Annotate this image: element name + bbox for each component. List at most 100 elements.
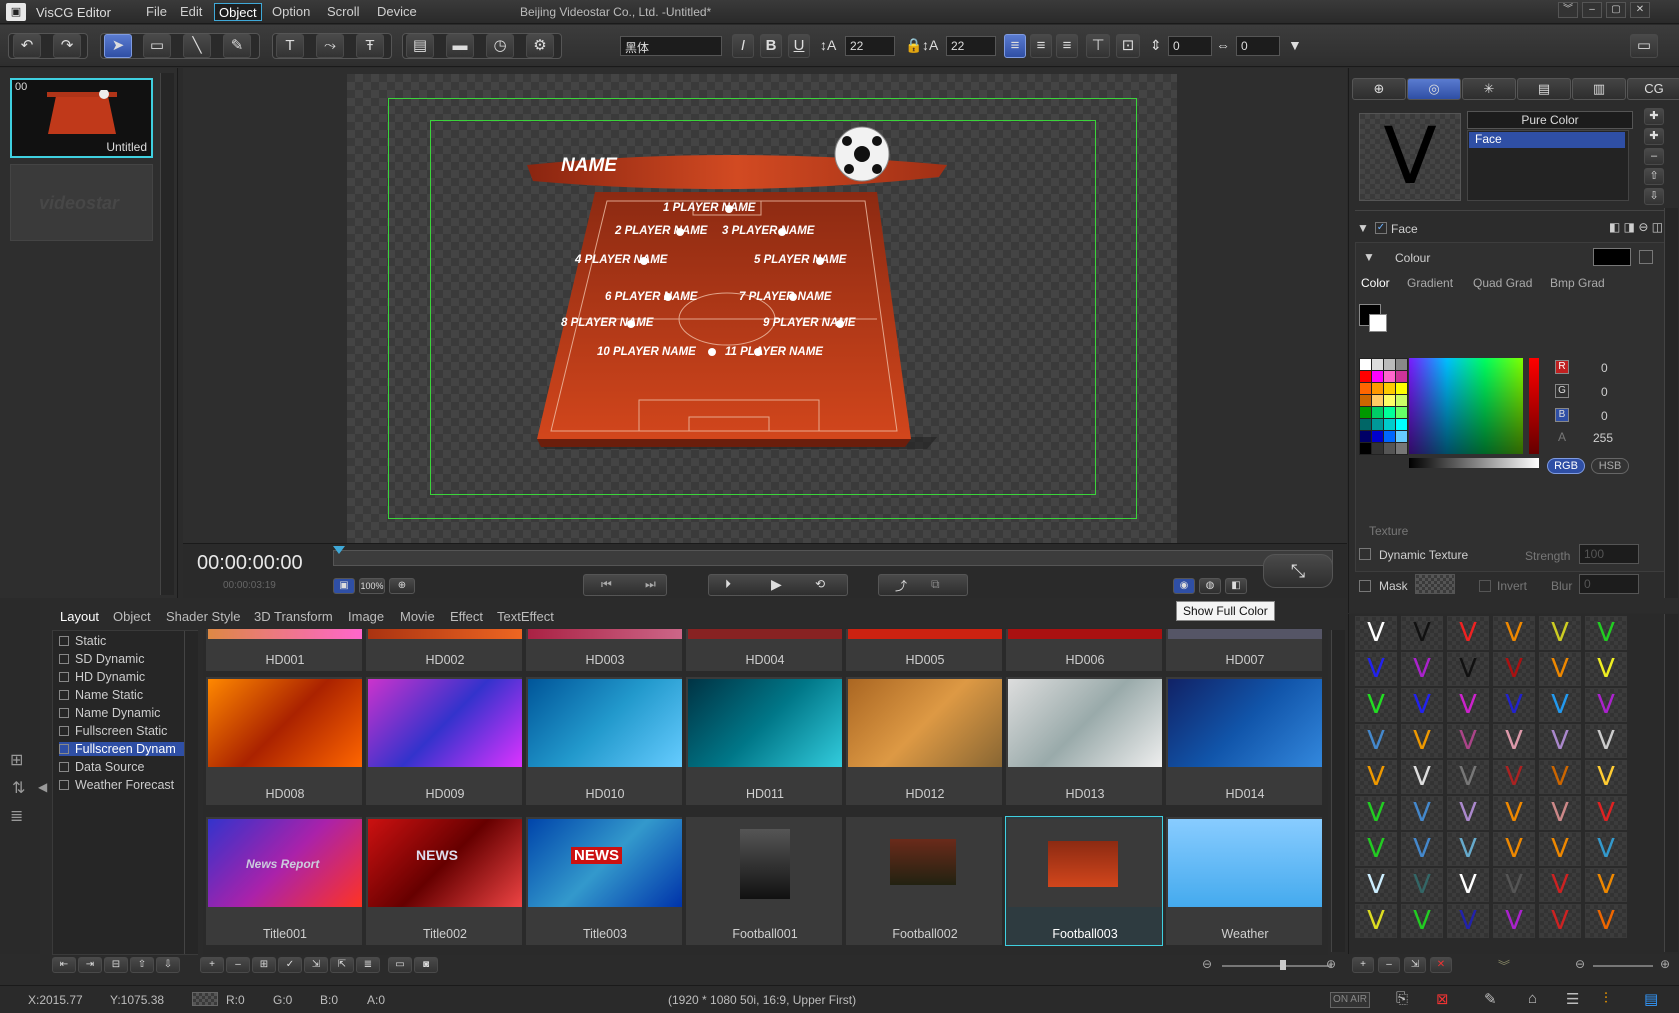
layer-list-item-face[interactable]: Face <box>1469 132 1625 148</box>
hue-slider[interactable] <box>1529 358 1539 454</box>
style-preset-cell[interactable]: V <box>1539 760 1581 794</box>
style-preset-cell[interactable]: V <box>1493 796 1535 830</box>
lib-tab-3d-transform[interactable]: 3D Transform <box>254 609 333 624</box>
page-list-scrollbar[interactable] <box>160 73 174 595</box>
lib-tab-texteffect[interactable]: TextEffect <box>497 609 554 624</box>
template-cell[interactable]: HD004 <box>685 628 843 672</box>
collapse-arrow-icon[interactable]: ▼ <box>1357 221 1369 235</box>
tab-shader-icon[interactable]: ◎ <box>1407 78 1461 100</box>
align-icon[interactable]: ⊞ <box>10 750 23 770</box>
remove-layer-icon[interactable]: – <box>1644 148 1664 165</box>
text-frame-icon[interactable]: Ŧ <box>356 34 384 58</box>
tree-item[interactable]: Name Static <box>59 688 143 702</box>
text-tool-icon[interactable]: T <box>276 34 304 58</box>
tree-item[interactable]: HD Dynamic <box>59 670 145 684</box>
tab-layer-icon[interactable]: ▥ <box>1572 78 1626 100</box>
show-alpha-icon[interactable]: ◧ <box>1225 578 1247 594</box>
layers-icon[interactable]: ≣ <box>10 806 23 826</box>
template-cell[interactable]: News Report Title001 <box>205 816 363 946</box>
color-spectrum[interactable] <box>1409 358 1523 454</box>
template-cell[interactable]: HD009 <box>365 676 523 806</box>
fit-view-icon[interactable]: ▣ <box>333 578 355 594</box>
tab-cg[interactable]: CG <box>1627 78 1679 100</box>
page-icon[interactable]: ▤ <box>406 34 434 58</box>
collapse-icon[interactable]: ︾ <box>1558 2 1578 18</box>
add-icon[interactable]: + <box>200 957 224 973</box>
template-cell[interactable]: HD006 <box>1005 628 1163 672</box>
move-down-icon[interactable]: ⇩ <box>156 957 180 973</box>
style-preset-cell[interactable]: V <box>1539 652 1581 686</box>
colour-picker-icon[interactable] <box>1639 250 1653 264</box>
lock-icon[interactable]: 🔒 <box>905 37 922 54</box>
style-preset-cell[interactable]: V <box>1355 724 1397 758</box>
export-icon[interactable]: ⇱ <box>330 957 354 973</box>
style-preset-cell[interactable]: V <box>1539 724 1581 758</box>
template-cell[interactable]: HD005 <box>845 628 1003 672</box>
style-preset-cell[interactable]: V <box>1585 688 1627 722</box>
template-cell[interactable]: HD007 <box>1165 628 1323 672</box>
template-cell[interactable]: Football001 <box>685 816 843 946</box>
tree-item[interactable]: Fullscreen Static <box>59 724 167 738</box>
style-preset-cell[interactable]: V <box>1493 868 1535 902</box>
monitor-icon[interactable]: ▭ <box>388 957 412 973</box>
add-sub-layer-icon[interactable]: ✚ <box>1644 128 1664 145</box>
style-preset-cell[interactable]: V <box>1355 760 1397 794</box>
device-status-icon[interactable]: ⎘ <box>1396 990 1408 1007</box>
lib-action-icon[interactable]: ⇥ <box>78 957 102 973</box>
font-select[interactable]: 黑体 <box>620 36 722 56</box>
style-preset-cell[interactable]: V <box>1355 688 1397 722</box>
undo-icon[interactable]: ↶ <box>13 34 41 58</box>
g-channel-label[interactable]: G <box>1555 384 1569 398</box>
loop-icon[interactable]: ⟲ <box>815 577 825 591</box>
dynamic-texture-checkbox[interactable] <box>1359 548 1371 560</box>
hsb-mode-button[interactable]: HSB <box>1591 458 1629 474</box>
style-preset-cell[interactable]: V <box>1493 616 1535 650</box>
style-preset-cell[interactable]: V <box>1447 832 1489 866</box>
tab-transform-icon[interactable]: ⊕ <box>1352 78 1406 100</box>
style-preset-cell[interactable]: V <box>1539 796 1581 830</box>
align-left-icon[interactable]: ≡ <box>1004 34 1026 58</box>
menu-object[interactable]: Object <box>214 3 262 21</box>
style-preset-cell[interactable]: V <box>1401 832 1443 866</box>
list-view-icon[interactable]: ≣ <box>356 957 380 973</box>
disconnected-icon[interactable]: ⊠ <box>1436 990 1449 1008</box>
tree-item[interactable]: SD Dynamic <box>59 652 144 666</box>
play-step-icon[interactable]: ⏵ <box>725 577 731 592</box>
redo-icon[interactable]: ↷ <box>53 34 81 58</box>
remove-icon[interactable]: – <box>226 957 250 973</box>
zoom-in-icon[interactable]: ⊕ <box>389 578 415 594</box>
style-preset-cell[interactable]: V <box>1585 652 1627 686</box>
swap-icon[interactable]: ⇅ <box>12 778 25 798</box>
style-preset-cell[interactable]: V <box>1585 868 1627 902</box>
expand-icon[interactable]: ︾ <box>1498 957 1510 974</box>
style-preset-cell[interactable]: V <box>1447 760 1489 794</box>
timeline-ruler[interactable] <box>333 550 1333 566</box>
zoom-out-icon[interactable]: ⊖ <box>1202 957 1212 971</box>
style-preset-cell[interactable]: V <box>1401 616 1443 650</box>
tree-item[interactable]: Name Dynamic <box>59 706 160 720</box>
pen-tool-icon[interactable]: ✎ <box>223 34 251 58</box>
style-preset-cell[interactable]: V <box>1401 688 1443 722</box>
zoom-slider-thumb[interactable] <box>1280 960 1286 970</box>
style-preset-cell[interactable]: V <box>1355 652 1397 686</box>
style-preset-cell[interactable]: V <box>1539 688 1581 722</box>
tab-page-icon[interactable]: ▤ <box>1517 78 1571 100</box>
style-preset-cell[interactable]: V <box>1447 616 1489 650</box>
tab-effect-icon[interactable]: ✳ <box>1462 78 1516 100</box>
b-channel-label[interactable]: B <box>1555 408 1569 422</box>
next-frame-icon[interactable]: ⏭ <box>645 577 656 592</box>
style-preset-cell[interactable]: V <box>1401 760 1443 794</box>
tree-item[interactable]: Data Source <box>59 760 144 774</box>
save-preset-icon[interactable]: ⇲ <box>1404 957 1426 973</box>
style-preset-cell[interactable]: V <box>1355 796 1397 830</box>
lib-tab-shader-style[interactable]: Shader Style <box>166 609 240 624</box>
style-preset-cell[interactable]: V <box>1539 904 1581 938</box>
invert-checkbox[interactable] <box>1479 580 1491 592</box>
align-center-icon[interactable]: ≡ <box>1030 34 1052 58</box>
lib-tab-movie[interactable]: Movie <box>400 609 435 624</box>
clock-icon[interactable]: ◷ <box>486 34 514 58</box>
template-cell[interactable]: NEWS Title003 <box>525 816 683 946</box>
template-cell[interactable]: Football002 <box>845 816 1003 946</box>
italic-button[interactable]: I <box>732 34 754 58</box>
more-dropdown-icon[interactable]: ▼ <box>1288 37 1302 53</box>
